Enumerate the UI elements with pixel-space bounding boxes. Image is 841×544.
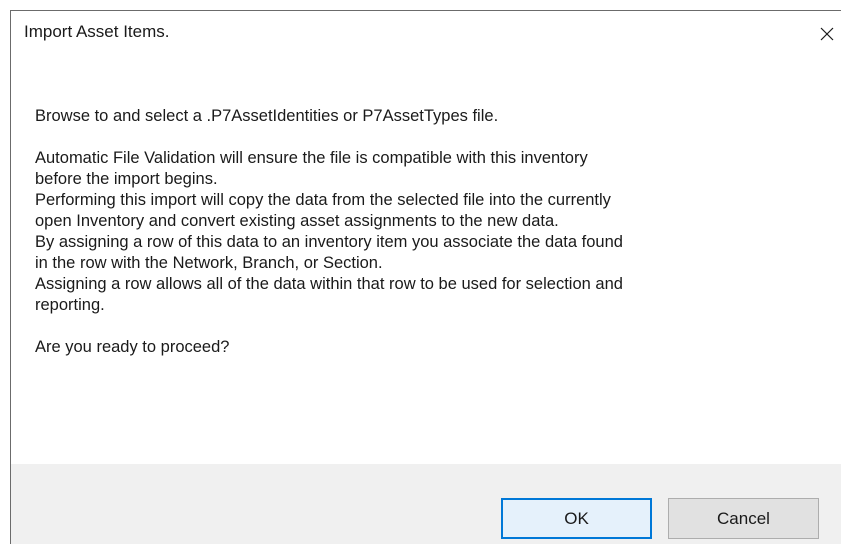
- message-line: Automatic File Validation will ensure th…: [35, 149, 588, 167]
- message-line: Are you ready to proceed?: [35, 338, 230, 356]
- cancel-button[interactable]: Cancel: [668, 498, 819, 539]
- ok-button[interactable]: OK: [501, 498, 652, 539]
- message-line: [35, 127, 825, 148]
- message-line: Assigning a row allows all of the data w…: [35, 275, 623, 293]
- import-dialog: Import Asset Items. Browse to and select…: [10, 10, 841, 544]
- message-line: reporting.: [35, 296, 105, 314]
- message-line: [35, 316, 825, 337]
- dialog-message: Browse to and select a .P7AssetIdentitie…: [35, 106, 825, 358]
- close-button[interactable]: [811, 19, 841, 49]
- message-line: in the row with the Network, Branch, or …: [35, 254, 383, 272]
- message-line: By assigning a row of this data to an in…: [35, 233, 623, 251]
- dialog-footer: OK Cancel: [11, 464, 841, 544]
- dialog-titlebar: Import Asset Items.: [11, 11, 841, 57]
- message-line: Performing this import will copy the dat…: [35, 191, 611, 209]
- message-line: Browse to and select a .P7AssetIdentitie…: [35, 107, 499, 125]
- dialog-title: Import Asset Items.: [24, 22, 170, 41]
- message-line: open Inventory and convert existing asse…: [35, 212, 559, 230]
- message-line: before the import begins.: [35, 170, 218, 188]
- close-icon: [820, 27, 834, 41]
